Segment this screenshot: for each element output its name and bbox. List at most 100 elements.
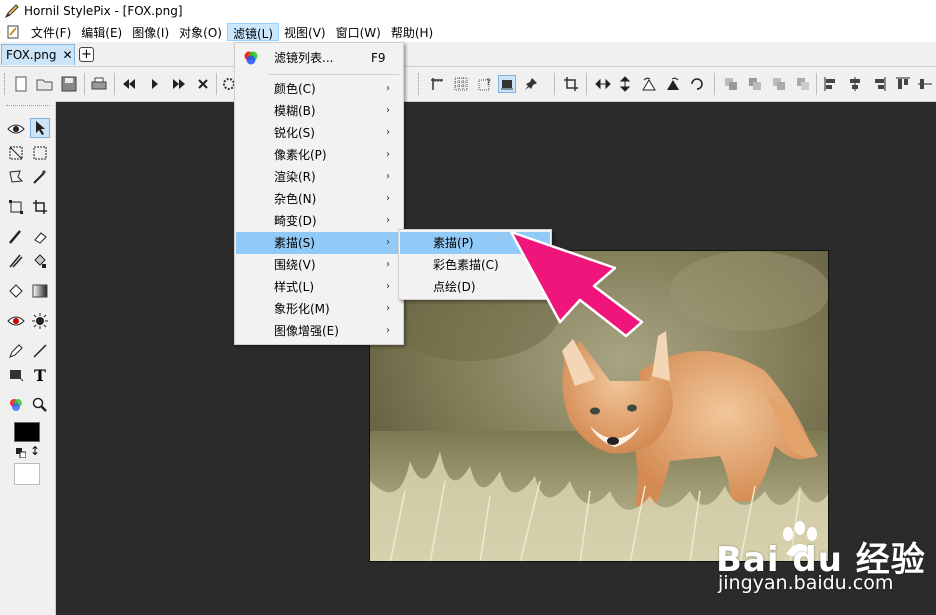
menu-item-blur[interactable]: 模糊(B) › — [236, 100, 402, 122]
grid-icon[interactable] — [452, 75, 470, 93]
gradient-icon[interactable] — [30, 281, 50, 301]
menu-item-style[interactable]: 样式(L) › — [236, 276, 402, 298]
pointer-tool-icon[interactable] — [30, 118, 50, 138]
foreground-color-swatch[interactable] — [14, 422, 40, 442]
menu-item-label: 滤镜列表... — [274, 51, 334, 65]
pen-icon[interactable] — [6, 341, 26, 361]
zoom-magnifier-icon[interactable] — [30, 395, 50, 415]
default-colors-icon[interactable] — [16, 447, 27, 459]
align-center-icon[interactable] — [846, 75, 864, 93]
submenu-arrow-icon: › — [386, 171, 390, 182]
align-left-icon[interactable] — [822, 75, 840, 93]
menu-item-color[interactable]: 颜色(C) › — [236, 78, 402, 100]
rotate-right-icon[interactable] — [664, 75, 682, 93]
watermark-url: jingyan.baidu.com — [718, 572, 894, 594]
title-bar: Hornil StylePix - [FOX.png] — [0, 0, 936, 22]
menu-window[interactable]: 窗口(W) — [331, 23, 386, 41]
menu-edit[interactable]: 编辑(E) — [76, 23, 127, 41]
transform-icon[interactable] — [6, 197, 26, 217]
rotate-left-icon[interactable] — [640, 75, 658, 93]
submenu-arrow-icon: › — [386, 259, 390, 270]
tab-fox-png[interactable]: FOX.png ✕ — [1, 44, 75, 65]
submenu-arrow-icon: › — [386, 193, 390, 204]
menu-item-sketch-pencil[interactable]: 素描(P) — [400, 232, 550, 254]
menu-item-color-sketch[interactable]: 彩色素描(C) — [400, 254, 550, 276]
flip-vertical-icon[interactable] — [616, 75, 634, 93]
menu-item-sketch[interactable]: 素描(S) › — [236, 232, 402, 254]
open-folder-icon[interactable] — [36, 75, 54, 93]
arrange-front-icon[interactable] — [722, 75, 740, 93]
pin-icon[interactable] — [522, 75, 540, 93]
menu-filter[interactable]: 滤镜(L) — [226, 23, 280, 41]
menu-object[interactable]: 对象(O) — [174, 23, 227, 41]
align-middle-icon[interactable] — [916, 75, 934, 93]
close-icon[interactable] — [194, 75, 212, 93]
ruler-guide-icon[interactable] — [428, 75, 446, 93]
align-top-icon[interactable] — [894, 75, 912, 93]
brightness-icon[interactable] — [30, 311, 50, 331]
fill-tool-icon[interactable] — [6, 281, 26, 301]
menu-item-label: 畸变(D) — [274, 214, 317, 228]
play-icon[interactable] — [146, 75, 164, 93]
menu-item-label: 素描(P) — [433, 236, 474, 250]
tab-label: FOX.png — [6, 48, 57, 62]
menu-item-label: 素描(S) — [274, 236, 315, 250]
toolbar-grip[interactable] — [4, 73, 8, 95]
menu-item-label: 点绘(D) — [433, 280, 476, 294]
text-tool-icon[interactable]: T — [30, 365, 50, 385]
align-right-icon[interactable] — [870, 75, 888, 93]
menu-item-sharpen[interactable]: 锐化(S) › — [236, 122, 402, 144]
toolbar-grip[interactable] — [418, 73, 422, 95]
background-color-swatch[interactable] — [14, 463, 40, 485]
menu-item-label: 图像增强(E) — [274, 324, 339, 338]
rect-select-icon[interactable] — [6, 143, 26, 163]
clone-stamp-icon[interactable] — [6, 251, 26, 271]
marquee-select-icon[interactable] — [30, 143, 50, 163]
magic-wand-icon[interactable] — [30, 167, 50, 187]
menu-view[interactable]: 视图(V) — [279, 23, 331, 41]
first-frame-icon[interactable] — [120, 75, 138, 93]
menu-item-noise[interactable]: 杂色(N) › — [236, 188, 402, 210]
stylepix-app-icon — [4, 3, 20, 19]
arrange-backward-icon[interactable] — [770, 75, 788, 93]
brush-icon[interactable] — [6, 227, 26, 247]
arrange-forward-icon[interactable] — [746, 75, 764, 93]
print-icon[interactable] — [90, 75, 108, 93]
snap-help-icon[interactable]: ? — [476, 75, 494, 93]
eraser-icon[interactable] — [30, 227, 50, 247]
crop-canvas-icon[interactable] — [562, 75, 580, 93]
new-file-icon[interactable] — [12, 75, 30, 93]
menu-item-surround[interactable]: 围绕(V) › — [236, 254, 402, 276]
shape-tool-icon[interactable] — [6, 365, 26, 385]
swap-colors-icon[interactable]: ↕ — [30, 444, 40, 458]
menu-item-image-enhance[interactable]: 图像增强(E) › — [236, 320, 402, 342]
menu-item-distort[interactable]: 畸变(D) › — [236, 210, 402, 232]
toolbar-separator — [816, 73, 817, 95]
color-picker-icon[interactable] — [6, 395, 26, 415]
red-eye-icon[interactable] — [6, 311, 26, 331]
flip-horizontal-icon[interactable] — [594, 75, 612, 93]
line-tool-icon[interactable] — [30, 341, 50, 361]
menu-help[interactable]: 帮助(H) — [386, 23, 438, 41]
toolbar-separator — [84, 73, 85, 95]
toolbox-grip[interactable] — [6, 105, 50, 109]
lasso-icon[interactable] — [6, 167, 26, 187]
rotate-180-icon[interactable] — [688, 75, 706, 93]
menu-item-stipple[interactable]: 点绘(D) — [400, 276, 550, 298]
menu-item-filter-list[interactable]: 滤镜列表... F9 — [236, 47, 402, 69]
snap-object-icon[interactable] — [498, 75, 516, 93]
new-tab-button[interactable]: + — [79, 47, 94, 62]
menu-file[interactable]: 文件(F) — [26, 23, 76, 41]
arrange-back-icon[interactable] — [794, 75, 812, 93]
tab-close-icon[interactable]: ✕ — [62, 48, 72, 62]
menu-item-pixelate[interactable]: 像素化(P) › — [236, 144, 402, 166]
view-eye-icon[interactable] — [6, 119, 26, 139]
last-frame-icon[interactable] — [170, 75, 188, 93]
paint-bucket-icon[interactable] — [30, 251, 50, 271]
menu-item-render[interactable]: 渲染(R) › — [236, 166, 402, 188]
menu-image[interactable]: 图像(I) — [127, 23, 174, 41]
document-icon[interactable] — [6, 25, 20, 39]
save-icon[interactable] — [60, 75, 78, 93]
crop-tool-icon[interactable] — [30, 197, 50, 217]
menu-item-pictograph[interactable]: 象形化(M) › — [236, 298, 402, 320]
